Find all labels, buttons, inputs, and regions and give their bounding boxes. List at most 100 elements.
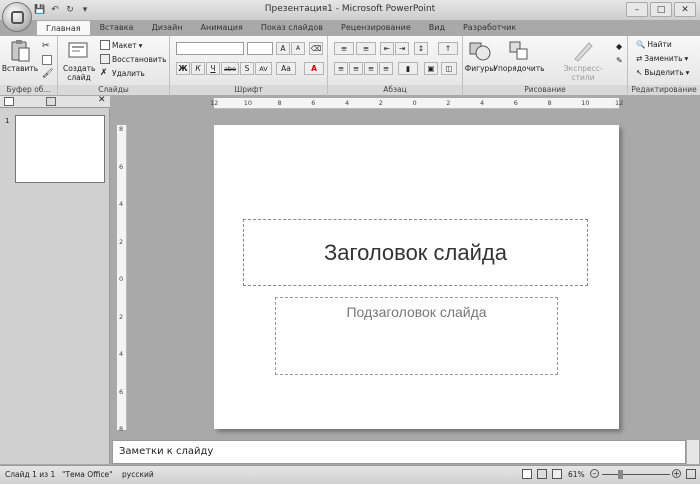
- save-icon[interactable]: 💾: [34, 4, 46, 16]
- select-button[interactable]: ↖ Выделить ▾: [636, 68, 689, 77]
- layout-button[interactable]: Макет ▾: [100, 40, 142, 50]
- close-button[interactable]: ✕: [674, 2, 696, 17]
- delete-label: Удалить: [112, 68, 145, 78]
- reset-icon: [100, 54, 110, 64]
- find-button[interactable]: 🔍 Найти: [636, 40, 672, 49]
- reset-button[interactable]: Восстановить: [100, 54, 167, 64]
- chevron-down-icon: ▾: [684, 54, 689, 63]
- ruler-tick-label: 4: [119, 200, 124, 208]
- delete-icon: ✗: [100, 68, 108, 78]
- ruler-tick-label: 10: [581, 99, 590, 107]
- zoom-out-icon[interactable]: –: [590, 469, 599, 478]
- zoom-slider[interactable]: [602, 474, 670, 475]
- font-size-select[interactable]: [247, 42, 273, 55]
- bold-button[interactable]: Ж: [176, 62, 190, 75]
- replace-button[interactable]: ⇄ Заменить ▾: [636, 54, 688, 63]
- title-placeholder[interactable]: Заголовок слайда: [243, 219, 588, 286]
- paragraph-group-label: Абзац: [328, 85, 462, 95]
- char-spacing-button[interactable]: AV: [255, 62, 272, 75]
- tab-slide-show[interactable]: Показ слайдов: [252, 20, 332, 35]
- zoom-in-icon[interactable]: +: [672, 469, 681, 478]
- font-family-select[interactable]: [176, 42, 244, 55]
- bullets-icon[interactable]: ≡: [334, 42, 354, 55]
- shadow-button[interactable]: S: [240, 62, 254, 75]
- align-text-icon[interactable]: ▣: [424, 62, 438, 75]
- shapes-button[interactable]: Фигуры: [465, 39, 495, 73]
- maximize-button[interactable]: □: [650, 2, 672, 17]
- subtitle-placeholder[interactable]: Подзаголовок слайда: [275, 297, 558, 375]
- align-center-icon[interactable]: ≡: [349, 62, 363, 75]
- notes-pane[interactable]: Заметки к слайду: [112, 440, 686, 464]
- change-case-button[interactable]: Aa: [276, 62, 296, 75]
- office-button[interactable]: [2, 2, 32, 32]
- smartart-icon[interactable]: ◫: [441, 62, 457, 75]
- close-pane-icon[interactable]: ✕: [98, 95, 106, 105]
- outline-tab-icon[interactable]: [46, 97, 56, 106]
- shrink-font-button[interactable]: A: [291, 42, 305, 55]
- tab-animations[interactable]: Анимация: [192, 20, 252, 35]
- quick-styles-button[interactable]: Экспресс-стили: [553, 39, 613, 82]
- ruler-tick-label: 2: [119, 312, 124, 321]
- italic-button[interactable]: К: [191, 62, 205, 75]
- paste-button[interactable]: Вставить: [2, 39, 38, 73]
- columns-icon[interactable]: ▮: [398, 62, 418, 75]
- vertical-scrollbar[interactable]: [687, 440, 699, 464]
- font-color-button[interactable]: A: [304, 62, 324, 75]
- text-direction-icon[interactable]: ↑: [438, 42, 458, 55]
- align-right-icon[interactable]: ≡: [364, 62, 378, 75]
- format-painter-icon[interactable]: 🖌: [42, 69, 53, 79]
- delete-slide-button[interactable]: ✗ Удалить: [100, 68, 145, 78]
- slide-sorter-icon[interactable]: [537, 469, 547, 479]
- tab-developer[interactable]: Разработчик: [454, 20, 525, 35]
- tab-insert[interactable]: Вставка: [91, 20, 143, 35]
- tab-review[interactable]: Рецензирование: [332, 20, 420, 35]
- fit-to-window-icon[interactable]: [686, 469, 696, 479]
- tab-home[interactable]: Главная: [36, 20, 91, 36]
- normal-view-icon[interactable]: [522, 469, 532, 479]
- increase-indent-icon[interactable]: ⇥: [395, 42, 409, 55]
- ruler-tick-label: 6: [311, 99, 316, 107]
- quick-styles-label: Экспресс-стили: [563, 64, 603, 82]
- layout-label: Макет: [112, 40, 137, 50]
- font-group-label: Шрифт: [170, 85, 327, 95]
- slides-tab-icon[interactable]: [4, 97, 14, 106]
- status-language[interactable]: русский: [122, 470, 154, 479]
- numbering-icon[interactable]: ≡: [356, 42, 376, 55]
- undo-icon[interactable]: ↶: [49, 4, 61, 16]
- arrange-button[interactable]: Упорядочить: [493, 39, 545, 73]
- zoom-slider-thumb[interactable]: [618, 470, 623, 479]
- tab-design[interactable]: Дизайн: [142, 20, 191, 35]
- slide-show-icon[interactable]: [552, 469, 562, 479]
- font-group: A A ⌫ Ж К Ч abe S AV Aa A Шрифт: [170, 36, 328, 96]
- horizontal-ruler: 12 10 8 6 4 2 0 2 4 6 8 10 12: [210, 98, 623, 109]
- justify-icon[interactable]: ≡: [379, 62, 393, 75]
- cut-icon[interactable]: ✂: [42, 41, 52, 51]
- align-left-icon[interactable]: ≡: [334, 62, 348, 75]
- customize-qat-icon[interactable]: ▾: [79, 4, 91, 16]
- underline-button[interactable]: Ч: [206, 62, 220, 75]
- shape-fill-icon[interactable]: ◆: [616, 42, 626, 52]
- clear-format-icon[interactable]: ⌫: [309, 42, 323, 55]
- office-logo-icon: [11, 11, 24, 24]
- paragraph-group: ≡ ≡ ⇤ ⇥ ↕ ↑ ≡ ≡ ≡ ≡ ▮ ▣ ◫ Абзац: [328, 36, 463, 96]
- shape-outline-icon[interactable]: ✎: [616, 56, 626, 66]
- redo-icon[interactable]: ↻: [64, 4, 76, 16]
- decrease-indent-icon[interactable]: ⇤: [380, 42, 394, 55]
- grow-font-button[interactable]: A: [276, 42, 290, 55]
- shapes-label: Фигуры: [464, 64, 496, 73]
- select-label: Выделить: [644, 68, 684, 77]
- slide-thumbnail[interactable]: [15, 115, 105, 183]
- ruler-tick-label: 12: [210, 99, 219, 107]
- slides-group-label: Слайды: [58, 85, 169, 95]
- zoom-level[interactable]: 61%: [568, 470, 585, 479]
- line-spacing-icon[interactable]: ↕: [414, 42, 428, 55]
- minimize-button[interactable]: –: [626, 2, 648, 17]
- pointer-icon: ↖: [636, 68, 643, 77]
- quick-access-toolbar: 💾 ↶ ↻ ▾: [34, 3, 91, 17]
- tab-view[interactable]: Вид: [420, 20, 454, 35]
- strikethrough-button[interactable]: abe: [221, 62, 239, 75]
- new-slide-button[interactable]: Создать слайд: [62, 39, 96, 82]
- copy-icon[interactable]: [42, 55, 52, 65]
- ruler-tick-label: 10: [243, 99, 253, 107]
- drawing-group: Фигуры Упорядочить Экспресс-стили ◆ ✎ Ри…: [463, 36, 628, 96]
